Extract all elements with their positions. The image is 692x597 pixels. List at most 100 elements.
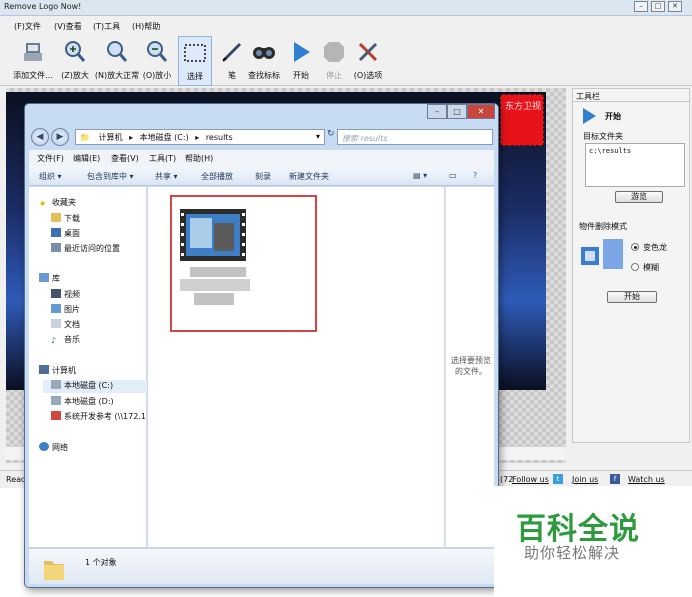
item-count: 1 个对象 [85, 558, 117, 567]
preview-pane: 选择要预览的文件。 [445, 187, 494, 547]
add-file-icon [24, 43, 42, 61]
minimize-button[interactable]: – [634, 1, 648, 12]
ex-menu-view[interactable]: 查看(V) [111, 153, 139, 164]
nav-libraries[interactable]: 库 [39, 273, 60, 286]
preview-pane-icon[interactable]: ▭ [449, 171, 457, 180]
blurred-filename [194, 293, 234, 305]
nav-network[interactable]: 网络 [39, 442, 68, 455]
browse-button[interactable]: 游览 [615, 191, 663, 203]
nav-drive-c[interactable]: 本地磁盘 (C:) [43, 380, 147, 393]
video-file-icon [180, 209, 246, 261]
explorer-details-bar: 1 个对象 [29, 548, 494, 584]
pen-button[interactable]: 笔 [218, 36, 246, 86]
nav-pictures[interactable]: 图片 [51, 304, 80, 317]
ex-menu-edit[interactable]: 编辑(E) [73, 153, 100, 164]
start-button[interactable]: 开始 [288, 36, 314, 86]
follow-us-link[interactable]: Follow us [512, 475, 549, 484]
mode-chameleon-radio[interactable] [631, 243, 639, 251]
nav-network-drive[interactable]: 系统开发参考 (\\172.17 [51, 411, 147, 424]
panel-start-button[interactable]: 开始 [607, 291, 657, 303]
pen-icon [222, 42, 242, 62]
help-icon[interactable]: ? [473, 171, 477, 180]
explorer-maximize-button[interactable]: □ [447, 104, 467, 119]
join-us-link[interactable]: Join us [572, 475, 598, 484]
play-all-button[interactable]: 全部播放 [201, 171, 233, 182]
explorer-minimize-button[interactable]: – [427, 104, 447, 119]
navigation-pane: ★ 收藏夹 下载 桌面 最近访问的位置 库 视频 图片 文档 ♪ 音乐 计算机 本地… [29, 187, 147, 547]
maximize-button[interactable]: □ [651, 1, 665, 12]
zoom-in-button[interactable]: (Z)放大 [58, 36, 92, 86]
preview-placeholder: 选择要预览的文件。 [451, 356, 491, 376]
nav-favorites[interactable]: ★ 收藏夹 [39, 197, 76, 210]
twitter-icon: t [553, 474, 563, 484]
nav-desktop[interactable]: 桌面 [51, 228, 80, 241]
back-button[interactable]: ◀ [31, 128, 49, 146]
add-file-button[interactable]: 添加文件... [10, 36, 56, 86]
nav-downloads[interactable]: 下载 [51, 213, 80, 226]
watch-us-link[interactable]: Watch us [628, 475, 665, 484]
find-logo-button[interactable]: 查找标标 [244, 36, 284, 86]
breadcrumb-computer[interactable]: 计算机 [99, 133, 123, 142]
menu-file[interactable]: (F)文件 [14, 21, 41, 32]
share-button[interactable]: 共享 ▾ [155, 171, 178, 182]
nav-music[interactable]: ♪ 音乐 [51, 334, 80, 347]
ex-menu-help[interactable]: 帮助(H) [185, 153, 213, 164]
nav-videos[interactable]: 视频 [51, 289, 80, 302]
view-options-icon[interactable]: ▤ ▾ [413, 171, 427, 180]
menu-help[interactable]: (H)帮助 [132, 21, 160, 32]
zoom-normal-button[interactable]: (N)放大正常 [94, 36, 140, 86]
picture-icon [51, 304, 61, 313]
play-icon [583, 108, 596, 124]
folder-icon [44, 561, 64, 580]
forward-button[interactable]: ▶ [51, 128, 69, 146]
chevron-down-icon[interactable]: ▾ [316, 132, 320, 141]
close-button[interactable]: ✕ [668, 1, 682, 12]
zoom-out-icon [147, 41, 168, 62]
network-drive-icon [51, 411, 61, 420]
breadcrumb-drive-c[interactable]: 本地磁盘 (C:) [140, 133, 189, 142]
breadcrumb-results[interactable]: results [206, 133, 233, 142]
network-icon [39, 442, 49, 451]
video-icon [51, 289, 61, 298]
search-input[interactable]: 搜索 results [337, 129, 493, 145]
ex-menu-file[interactable]: 文件(F) [37, 153, 64, 164]
computer-icon [39, 365, 49, 374]
new-folder-button[interactable]: 新建文件夹 [289, 171, 329, 182]
drive-icon [51, 396, 61, 405]
nav-documents[interactable]: 文档 [51, 319, 80, 332]
nav-computer[interactable]: 计算机 [39, 365, 76, 378]
organize-button[interactable]: 组织 ▾ [39, 171, 62, 182]
stop-button[interactable]: 停止 [320, 36, 348, 86]
address-bar[interactable]: 📁 计算机 ▸ 本地磁盘 (C:) ▸ results ▾ [75, 129, 325, 145]
options-button[interactable]: (O)选项 [350, 36, 386, 86]
burn-button[interactable]: 刻录 [255, 171, 271, 182]
logo-text: 东方卫视 [505, 102, 542, 112]
zoom-in-icon [65, 41, 86, 62]
explorer-menu-bar: 文件(F) 编辑(E) 查看(V) 工具(T) 帮助(H) [29, 150, 494, 166]
select-button[interactable]: 选择 [178, 36, 212, 86]
file-list-pane[interactable] [148, 187, 444, 547]
mode-blur-radio[interactable] [631, 263, 639, 271]
find-logo-icon [253, 47, 275, 59]
explorer-close-button[interactable]: ✕ [467, 104, 495, 119]
nav-recent-places[interactable]: 最近访问的位置 [51, 243, 120, 256]
folder-icon [51, 213, 61, 222]
nav-drive-d[interactable]: 本地磁盘 (D:) [51, 396, 114, 409]
include-in-library-button[interactable]: 包含到库中 ▾ [87, 171, 134, 182]
library-icon [39, 273, 49, 282]
play-icon [294, 42, 310, 62]
video-file-item[interactable] [180, 209, 252, 307]
zoom-out-button[interactable]: (O)放小 [142, 36, 172, 86]
target-folder-label: 目标文件夹 [583, 132, 623, 141]
drive-icon [51, 380, 61, 389]
ex-menu-tools[interactable]: 工具(T) [149, 153, 176, 164]
logo-selection-box[interactable]: 东方卫视 [500, 94, 544, 146]
menu-view[interactable]: (V)查看 [54, 21, 82, 32]
target-folder-field[interactable]: c:\results [585, 143, 685, 187]
refresh-icon[interactable]: ↻ [327, 129, 337, 145]
explorer-address-area: ◀ ▶ 📁 计算机 ▸ 本地磁盘 (C:) ▸ results ▾ ↻ 搜索 r… [31, 126, 493, 148]
menu-tools[interactable]: (T)工具 [93, 21, 120, 32]
blurred-filename [180, 279, 250, 291]
panel-start-label[interactable]: 开始 [605, 111, 621, 122]
watermark-subtitle: 助你轻松解决 [524, 544, 621, 562]
